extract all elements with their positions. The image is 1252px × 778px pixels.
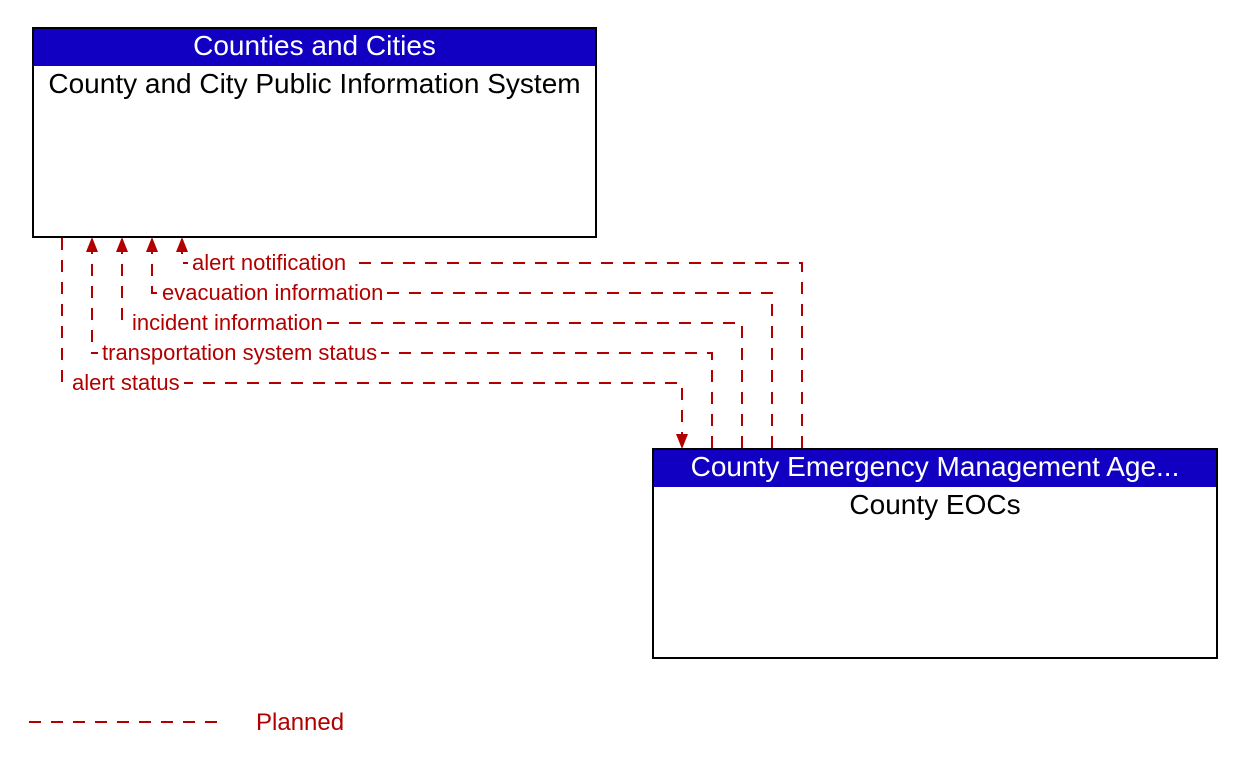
flow-label-transportation-system-status: transportation system status [98,341,381,365]
node-county-eocs: County Emergency Management Age... Count… [652,448,1218,659]
node-body-county-eocs: County EOCs [654,487,1216,657]
node-body-county-city-public-info-system: County and City Public Information Syste… [34,66,595,236]
node-header-county-emergency-management: County Emergency Management Age... [654,450,1216,487]
legend-planned-label: Planned [256,709,344,737]
flow-label-evacuation-information: evacuation information [158,281,387,305]
flow-label-alert-status: alert status [68,371,184,395]
flow-label-incident-information: incident information [128,311,327,335]
node-county-city-public-info-system: Counties and Cities County and City Publ… [32,27,597,238]
node-header-counties-cities: Counties and Cities [34,29,595,66]
flow-label-alert-notification: alert notification [188,251,350,275]
diagram-canvas: alert notification evacuation informatio… [0,0,1252,778]
